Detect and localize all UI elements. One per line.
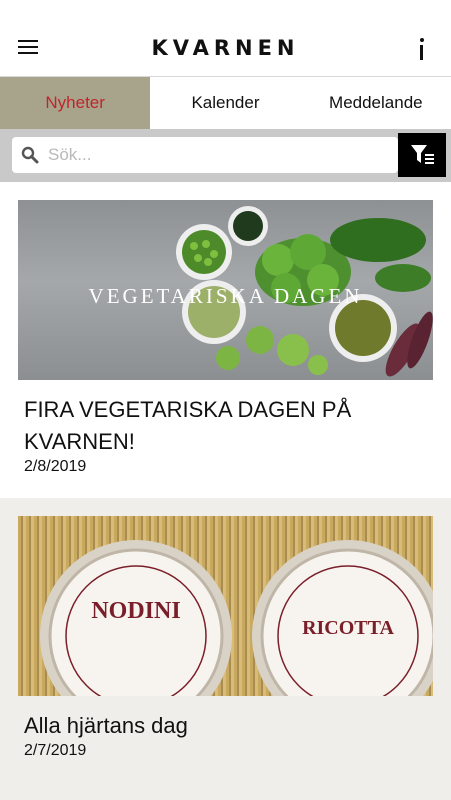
news-image: NODINI RICOTTA: [18, 516, 433, 696]
tab-bar: Nyheter Kalender Meddelande: [0, 77, 451, 129]
tab-nyheter[interactable]: Nyheter: [0, 77, 151, 129]
image-caption: VEGETARISKA DAGEN: [88, 284, 363, 308]
news-feed: VEGETARISKA DAGEN FIRA VEGETARISKA DAGEN…: [0, 182, 451, 800]
filter-icon: [411, 145, 434, 164]
info-icon[interactable]: [412, 36, 432, 62]
search-icon: [21, 146, 39, 164]
news-date: 2/7/2019: [24, 742, 87, 759]
app-logo: KVARNEN: [151, 36, 300, 60]
news-card[interactable]: NODINI RICOTTA Alla hjärtans dag 2/7/201…: [0, 498, 451, 800]
news-date: 2/8/2019: [24, 458, 87, 475]
cheese-tubs-illustration: NODINI RICOTTA: [40, 540, 433, 696]
news-title[interactable]: FIRA VEGETARISKA DAGEN PÅ KVARNEN!: [24, 394, 404, 458]
tab-meddelande[interactable]: Meddelande: [301, 77, 451, 129]
search-input[interactable]: [48, 140, 388, 170]
tub-label-right: RICOTTA: [302, 617, 394, 639]
search-box: [12, 137, 398, 173]
search-bar: [0, 129, 451, 182]
news-image: VEGETARISKA DAGEN: [18, 200, 433, 380]
news-card[interactable]: VEGETARISKA DAGEN FIRA VEGETARISKA DAGEN…: [0, 182, 451, 498]
app-header: KVARNEN: [0, 0, 451, 77]
tab-kalender[interactable]: Kalender: [150, 77, 300, 129]
news-title[interactable]: Alla hjärtans dag: [24, 710, 404, 742]
filter-button[interactable]: [398, 133, 446, 177]
tub-label-left: NODINI: [91, 598, 180, 624]
